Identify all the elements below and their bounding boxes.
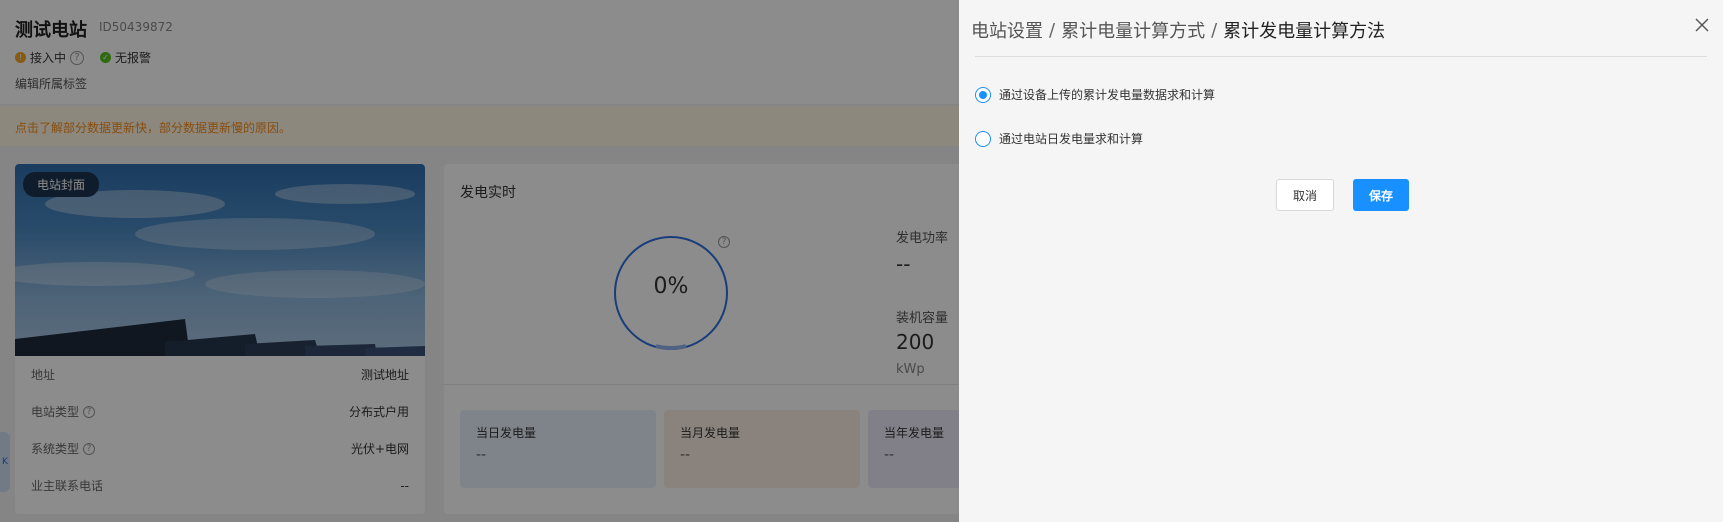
breadcrumb-separator: / [1211,19,1218,41]
option-label: 通过设备上传的累计发电量数据求和计算 [999,88,1216,102]
breadcrumb-current: 累计发电量计算方法 [1223,21,1386,42]
breadcrumb-separator: / [1049,19,1056,41]
option-label: 通过电站日发电量求和计算 [999,132,1144,146]
settings-drawer: 电站设置 / 累计电量计算方式 / 累计发电量计算方法 通过设备上传的累计发电量… [959,0,1723,522]
save-button[interactable]: 保存 [1353,179,1409,211]
drawer-divider [975,56,1707,57]
breadcrumb-item[interactable]: 电站设置 [971,17,1043,43]
breadcrumb: 电站设置 / 累计电量计算方式 / 累计发电量计算方法 [971,17,1385,43]
radio-checked[interactable] [975,86,991,103]
close-button[interactable] [1691,14,1713,36]
option-device-cumulative[interactable]: 通过设备上传的累计发电量数据求和计算 [975,86,1215,103]
cancel-button[interactable]: 取消 [1276,179,1334,211]
breadcrumb-item[interactable]: 累计电量计算方式 [1061,17,1205,43]
option-daily-sum[interactable]: 通过电站日发电量求和计算 [975,130,1143,147]
close-icon [1695,18,1709,32]
radio-dot [979,90,987,99]
radio-unchecked[interactable] [975,130,991,147]
